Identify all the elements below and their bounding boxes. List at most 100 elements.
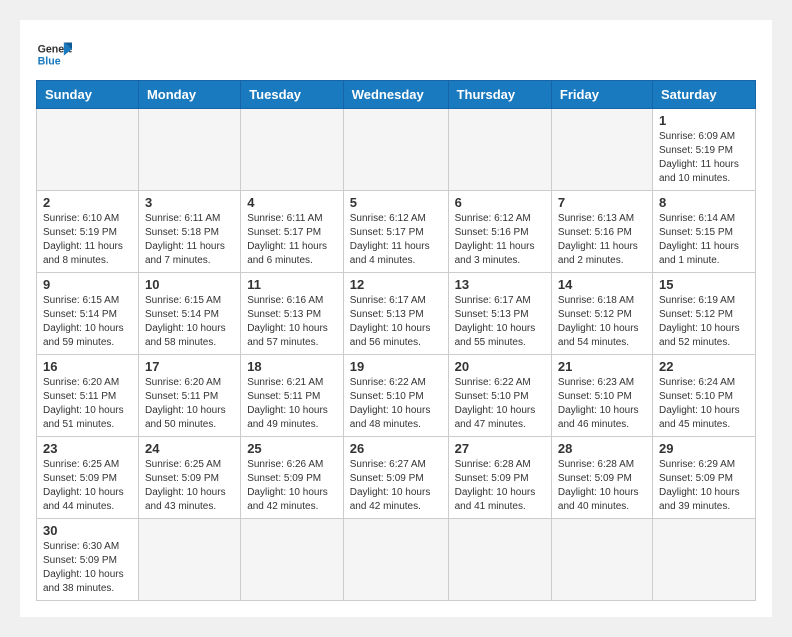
calendar-cell: 29 Sunrise: 6:29 AM Sunset: 5:09 PM Dayli…	[652, 437, 755, 519]
day-number: 21	[558, 359, 646, 374]
day-info: Sunrise: 6:20 AM Sunset: 5:11 PM Dayligh…	[43, 376, 132, 432]
calendar-cell: 22Sunrise: 6:24 AM Sunset: 5:10 PM Dayli…	[652, 355, 755, 437]
calendar-cell: 17 Sunrise: 6:20 AM Sunset: 5:11 PM Dayli…	[138, 355, 240, 437]
day-info: Sunrise: 6:17 AM Sunset: 5:13 PM Dayligh…	[455, 294, 545, 350]
day-number: 12	[350, 277, 442, 292]
calendar-cell: 5 Sunrise: 6:12 AM Sunset: 5:17 PM Daylig…	[343, 191, 448, 273]
day-info: Sunrise: 6:14 AM Sunset: 5:15 PM Dayligh…	[659, 212, 749, 268]
day-number: 11	[247, 277, 337, 292]
calendar-cell: 14Sunrise: 6:18 AM Sunset: 5:12 PM Dayli…	[551, 273, 652, 355]
calendar-cell: 21 Sunrise: 6:23 AM Sunset: 5:10 PM Dayli…	[551, 355, 652, 437]
day-info: Sunrise: 6:25 AM Sunset: 5:09 PM Dayligh…	[43, 458, 132, 514]
calendar-cell: 3 Sunrise: 6:11 AM Sunset: 5:18 PM Daylig…	[138, 191, 240, 273]
day-number: 22	[659, 359, 749, 374]
day-info: Sunrise: 6:11 AM Sunset: 5:18 PM Dayligh…	[145, 212, 234, 268]
weekday-header-wednesday: Wednesday	[343, 81, 448, 109]
calendar-cell: 8 Sunrise: 6:14 AM Sunset: 5:15 PM Daylig…	[652, 191, 755, 273]
calendar-cell	[138, 519, 240, 601]
calendar-week-6: 30Sunrise: 6:30 AM Sunset: 5:09 PM Dayli…	[37, 519, 756, 601]
day-number: 19	[350, 359, 442, 374]
day-number: 25	[247, 441, 337, 456]
day-info: Sunrise: 6:29 AM Sunset: 5:09 PM Dayligh…	[659, 458, 749, 514]
header: General Blue	[36, 36, 756, 72]
weekday-header-row: SundayMondayTuesdayWednesdayThursdayFrid…	[37, 81, 756, 109]
day-info: Sunrise: 6:30 AM Sunset: 5:09 PM Dayligh…	[43, 540, 132, 596]
calendar-cell	[652, 519, 755, 601]
svg-text:Blue: Blue	[38, 56, 61, 68]
weekday-header-friday: Friday	[551, 81, 652, 109]
weekday-header-tuesday: Tuesday	[241, 81, 344, 109]
day-info: Sunrise: 6:20 AM Sunset: 5:11 PM Dayligh…	[145, 376, 234, 432]
calendar-week-3: 9 Sunrise: 6:15 AM Sunset: 5:14 PM Daylig…	[37, 273, 756, 355]
calendar-cell: 26 Sunrise: 6:27 AM Sunset: 5:09 PM Dayli…	[343, 437, 448, 519]
day-info: Sunrise: 6:22 AM Sunset: 5:10 PM Dayligh…	[455, 376, 545, 432]
day-info: Sunrise: 6:12 AM Sunset: 5:17 PM Dayligh…	[350, 212, 442, 268]
day-number: 8	[659, 195, 749, 210]
day-number: 17	[145, 359, 234, 374]
day-number: 23	[43, 441, 132, 456]
day-info: Sunrise: 6:21 AM Sunset: 5:11 PM Dayligh…	[247, 376, 337, 432]
day-number: 26	[350, 441, 442, 456]
day-number: 4	[247, 195, 337, 210]
day-number: 5	[350, 195, 442, 210]
day-info: Sunrise: 6:16 AM Sunset: 5:13 PM Dayligh…	[247, 294, 337, 350]
day-info: Sunrise: 6:22 AM Sunset: 5:10 PM Dayligh…	[350, 376, 442, 432]
calendar-cell: 15 Sunrise: 6:19 AM Sunset: 5:12 PM Dayli…	[652, 273, 755, 355]
day-number: 2	[43, 195, 132, 210]
day-number: 28	[558, 441, 646, 456]
day-info: Sunrise: 6:13 AM Sunset: 5:16 PM Dayligh…	[558, 212, 646, 268]
calendar-cell	[241, 109, 344, 191]
calendar-cell	[343, 109, 448, 191]
day-info: Sunrise: 6:17 AM Sunset: 5:13 PM Dayligh…	[350, 294, 442, 350]
day-number: 14	[558, 277, 646, 292]
calendar-week-4: 16 Sunrise: 6:20 AM Sunset: 5:11 PM Dayli…	[37, 355, 756, 437]
day-number: 24	[145, 441, 234, 456]
day-number: 9	[43, 277, 132, 292]
day-info: Sunrise: 6:15 AM Sunset: 5:14 PM Dayligh…	[145, 294, 234, 350]
day-info: Sunrise: 6:15 AM Sunset: 5:14 PM Dayligh…	[43, 294, 132, 350]
day-number: 29	[659, 441, 749, 456]
calendar-cell: 2 Sunrise: 6:10 AM Sunset: 5:19 PM Daylig…	[37, 191, 139, 273]
day-number: 3	[145, 195, 234, 210]
day-number: 7	[558, 195, 646, 210]
weekday-header-saturday: Saturday	[652, 81, 755, 109]
calendar-cell: 11 Sunrise: 6:16 AM Sunset: 5:13 PM Dayli…	[241, 273, 344, 355]
calendar-table: SundayMondayTuesdayWednesdayThursdayFrid…	[36, 80, 756, 601]
weekday-header-monday: Monday	[138, 81, 240, 109]
day-info: Sunrise: 6:19 AM Sunset: 5:12 PM Dayligh…	[659, 294, 749, 350]
weekday-header-thursday: Thursday	[448, 81, 551, 109]
day-info: Sunrise: 6:27 AM Sunset: 5:09 PM Dayligh…	[350, 458, 442, 514]
calendar-cell: 13 Sunrise: 6:17 AM Sunset: 5:13 PM Dayli…	[448, 273, 551, 355]
calendar-week-1: 1Sunrise: 6:09 AM Sunset: 5:19 PM Daylig…	[37, 109, 756, 191]
day-number: 16	[43, 359, 132, 374]
calendar-cell	[448, 109, 551, 191]
day-info: Sunrise: 6:25 AM Sunset: 5:09 PM Dayligh…	[145, 458, 234, 514]
calendar-cell: 12 Sunrise: 6:17 AM Sunset: 5:13 PM Dayli…	[343, 273, 448, 355]
day-info: Sunrise: 6:23 AM Sunset: 5:10 PM Dayligh…	[558, 376, 646, 432]
day-number: 15	[659, 277, 749, 292]
day-info: Sunrise: 6:09 AM Sunset: 5:19 PM Dayligh…	[659, 130, 749, 186]
calendar-cell: 19 Sunrise: 6:22 AM Sunset: 5:10 PM Dayli…	[343, 355, 448, 437]
page: General Blue SundayMondayTuesdayWednesda…	[20, 20, 772, 617]
calendar-cell: 1Sunrise: 6:09 AM Sunset: 5:19 PM Daylig…	[652, 109, 755, 191]
calendar-cell	[448, 519, 551, 601]
calendar-cell: 16 Sunrise: 6:20 AM Sunset: 5:11 PM Dayli…	[37, 355, 139, 437]
day-info: Sunrise: 6:10 AM Sunset: 5:19 PM Dayligh…	[43, 212, 132, 268]
calendar-week-5: 23 Sunrise: 6:25 AM Sunset: 5:09 PM Dayli…	[37, 437, 756, 519]
calendar-cell: 6Sunrise: 6:12 AM Sunset: 5:16 PM Daylig…	[448, 191, 551, 273]
day-number: 13	[455, 277, 545, 292]
calendar-cell	[241, 519, 344, 601]
calendar-cell: 20Sunrise: 6:22 AM Sunset: 5:10 PM Dayli…	[448, 355, 551, 437]
calendar-cell: 4 Sunrise: 6:11 AM Sunset: 5:17 PM Daylig…	[241, 191, 344, 273]
calendar-cell: 30Sunrise: 6:30 AM Sunset: 5:09 PM Dayli…	[37, 519, 139, 601]
calendar-cell: 9 Sunrise: 6:15 AM Sunset: 5:14 PM Daylig…	[37, 273, 139, 355]
calendar-cell: 23 Sunrise: 6:25 AM Sunset: 5:09 PM Dayli…	[37, 437, 139, 519]
calendar-cell: 18Sunrise: 6:21 AM Sunset: 5:11 PM Dayli…	[241, 355, 344, 437]
calendar-cell	[551, 519, 652, 601]
logo: General Blue	[36, 36, 72, 72]
weekday-header-sunday: Sunday	[37, 81, 139, 109]
calendar-cell: 25Sunrise: 6:26 AM Sunset: 5:09 PM Dayli…	[241, 437, 344, 519]
day-number: 10	[145, 277, 234, 292]
day-info: Sunrise: 6:11 AM Sunset: 5:17 PM Dayligh…	[247, 212, 337, 268]
generalblue-logo-icon: General Blue	[36, 36, 72, 72]
